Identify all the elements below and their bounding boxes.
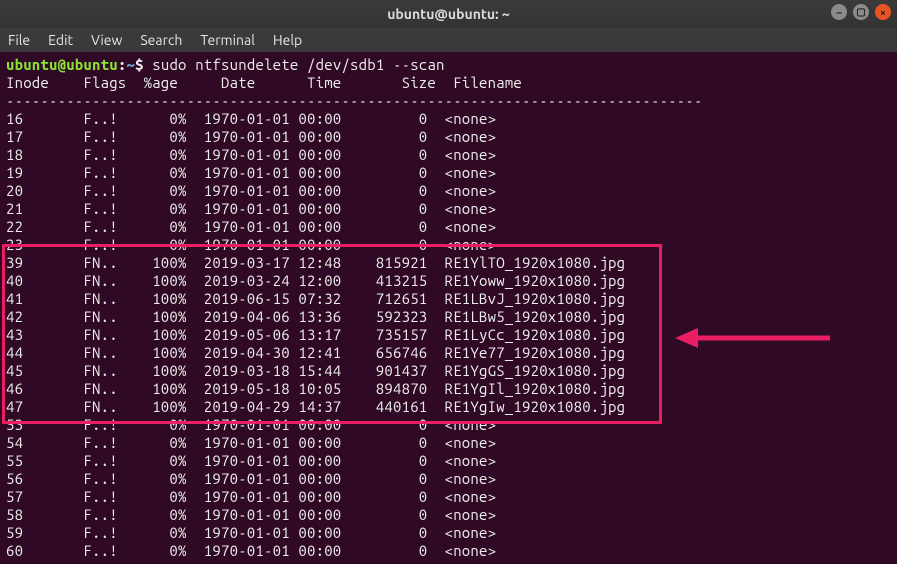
window-titlebar: ubuntu@ubuntu: ~ – ▢ ×	[0, 0, 897, 28]
output-header: Inode Flags %age Date Time Size Filename	[6, 74, 891, 92]
table-row: 18 F..! 0% 1970-01-01 00:00 0 <none>	[6, 146, 891, 164]
table-row: 46 FN.. 100% 2019-05-18 10:05 894870 RE1…	[6, 380, 891, 398]
table-row: 44 FN.. 100% 2019-04-30 12:41 656746 RE1…	[6, 344, 891, 362]
output-separator: ----------------------------------------…	[6, 92, 891, 110]
prompt-user-host: ubuntu@ubuntu	[6, 56, 118, 73]
table-row: 54 F..! 0% 1970-01-01 00:00 0 <none>	[6, 434, 891, 452]
table-row: 59 F..! 0% 1970-01-01 00:00 0 <none>	[6, 524, 891, 542]
command-text: sudo ntfsundelete /dev/sdb1 --scan	[152, 56, 444, 73]
table-row: 42 FN.. 100% 2019-04-06 13:36 592323 RE1…	[6, 308, 891, 326]
table-row: 17 F..! 0% 1970-01-01 00:00 0 <none>	[6, 128, 891, 146]
terminal-area[interactable]: ubuntu@ubuntu:~$ sudo ntfsundelete /dev/…	[0, 52, 897, 564]
table-row: 19 F..! 0% 1970-01-01 00:00 0 <none>	[6, 164, 891, 182]
table-row: 22 F..! 0% 1970-01-01 00:00 0 <none>	[6, 218, 891, 236]
menubar: File Edit View Search Terminal Help	[0, 28, 897, 52]
table-row: 21 F..! 0% 1970-01-01 00:00 0 <none>	[6, 200, 891, 218]
table-row: 39 FN.. 100% 2019-03-17 12:48 815921 RE1…	[6, 254, 891, 272]
minimize-button[interactable]: –	[831, 4, 847, 20]
close-button[interactable]: ×	[875, 4, 891, 20]
menu-help[interactable]: Help	[273, 32, 302, 48]
table-row: 53 F..! 0% 1970-01-01 00:00 0 <none>	[6, 416, 891, 434]
output-rows: 16 F..! 0% 1970-01-01 00:00 0 <none>17 F…	[6, 110, 891, 560]
table-row: 47 FN.. 100% 2019-04-29 14:37 440161 RE1…	[6, 398, 891, 416]
table-row: 60 F..! 0% 1970-01-01 00:00 0 <none>	[6, 542, 891, 560]
table-row: 45 FN.. 100% 2019-03-18 15:44 901437 RE1…	[6, 362, 891, 380]
table-row: 56 F..! 0% 1970-01-01 00:00 0 <none>	[6, 470, 891, 488]
table-row: 20 F..! 0% 1970-01-01 00:00 0 <none>	[6, 182, 891, 200]
menu-edit[interactable]: Edit	[48, 32, 73, 48]
table-row: 57 F..! 0% 1970-01-01 00:00 0 <none>	[6, 488, 891, 506]
prompt-dollar: $	[135, 56, 144, 73]
table-row: 43 FN.. 100% 2019-05-06 13:17 735157 RE1…	[6, 326, 891, 344]
window-title: ubuntu@ubuntu: ~	[387, 6, 510, 22]
table-row: 58 F..! 0% 1970-01-01 00:00 0 <none>	[6, 506, 891, 524]
window-controls: – ▢ ×	[831, 4, 891, 20]
table-row: 55 F..! 0% 1970-01-01 00:00 0 <none>	[6, 452, 891, 470]
table-row: 41 FN.. 100% 2019-06-15 07:32 712651 RE1…	[6, 290, 891, 308]
menu-search[interactable]: Search	[140, 32, 182, 48]
prompt-line: ubuntu@ubuntu:~$ sudo ntfsundelete /dev/…	[6, 56, 891, 74]
prompt-path: ~	[126, 56, 135, 73]
menu-terminal[interactable]: Terminal	[200, 32, 255, 48]
table-row: 16 F..! 0% 1970-01-01 00:00 0 <none>	[6, 110, 891, 128]
menu-file[interactable]: File	[8, 32, 30, 48]
maximize-button[interactable]: ▢	[853, 4, 869, 20]
table-row: 40 FN.. 100% 2019-03-24 12:00 413215 RE1…	[6, 272, 891, 290]
menu-view[interactable]: View	[91, 32, 122, 48]
table-row: 23 F..! 0% 1970-01-01 00:00 0 <none>	[6, 236, 891, 254]
